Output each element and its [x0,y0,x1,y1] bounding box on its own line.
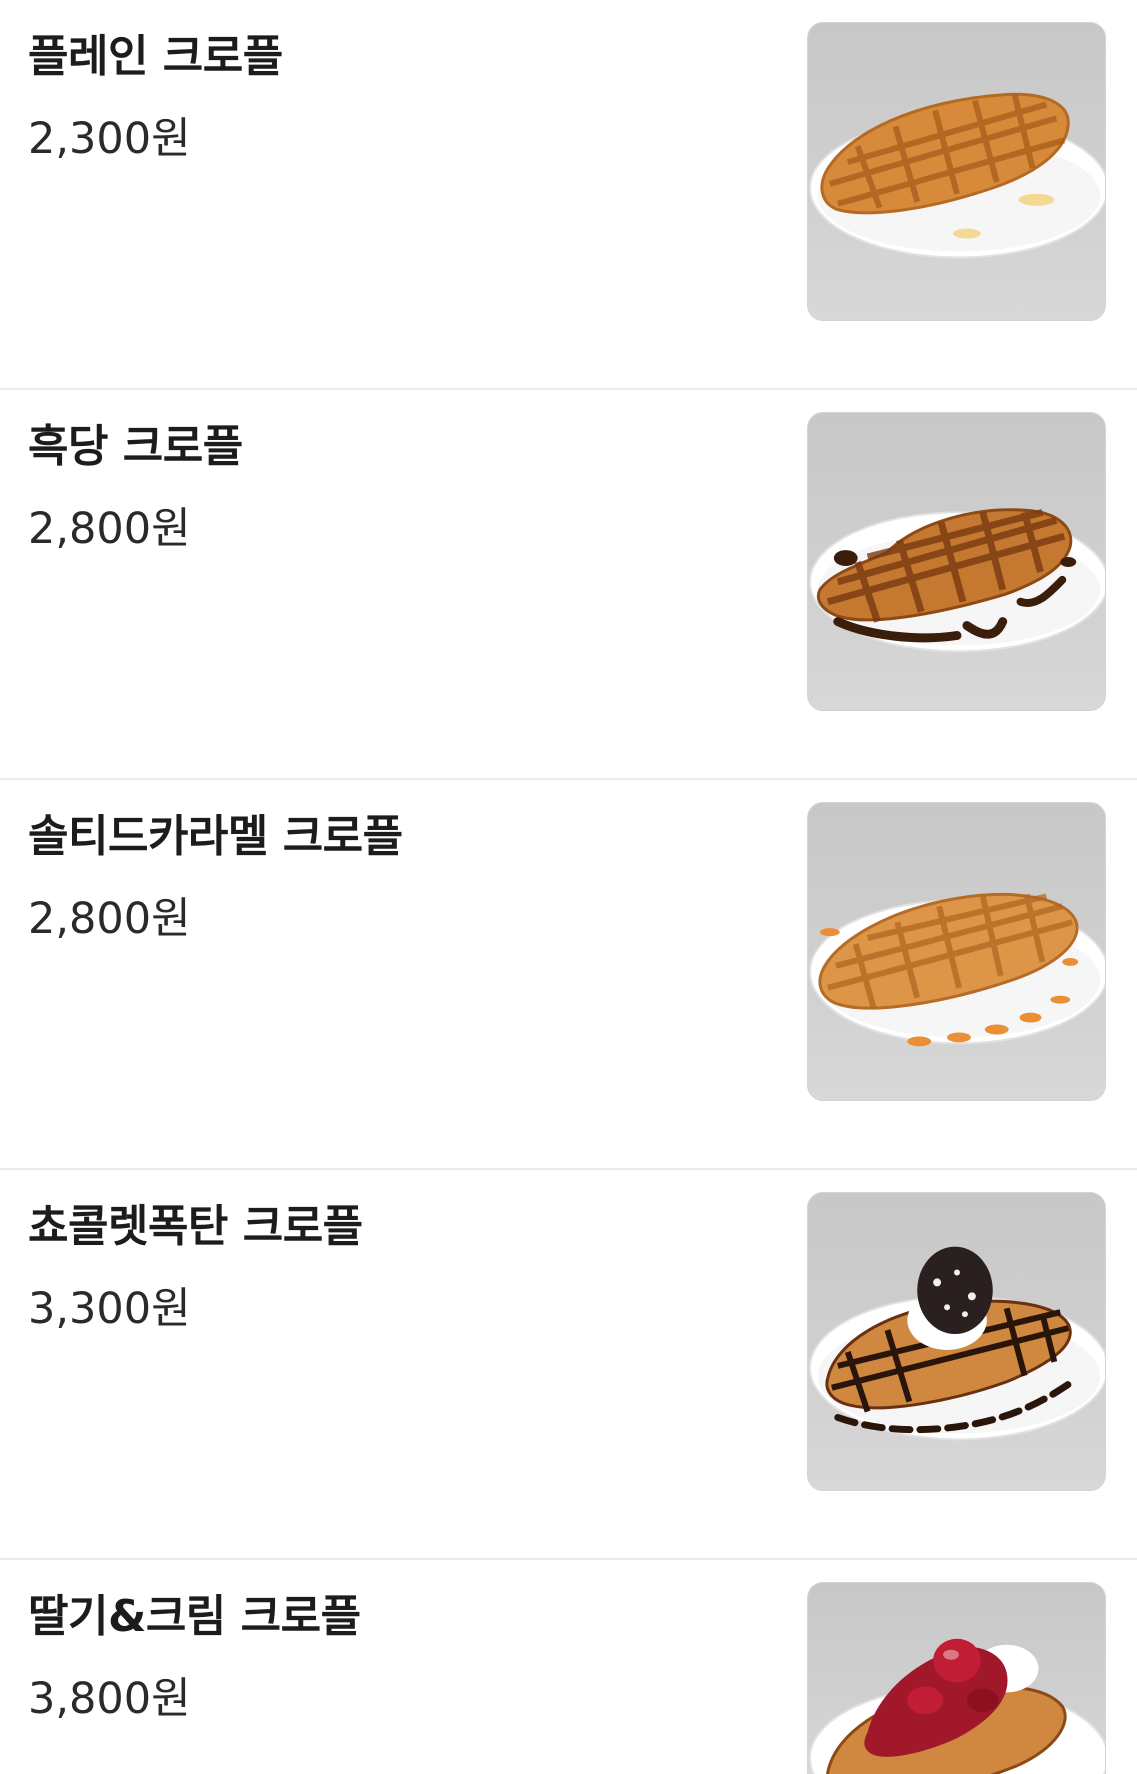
salted-caramel-croffle-photo[interactable] [807,802,1106,1101]
menu-item-name: 딸기&크림 크로플 [28,1591,361,1642]
menu-item-brown-sugar-croffle[interactable]: 흑당 크로플 2,800원 [0,390,1137,780]
plain-croffle-photo[interactable] [807,22,1106,321]
menu-item-name: 쵸콜렛폭탄 크로플 [28,1201,363,1252]
menu-item-name: 솔티드카라멜 크로플 [28,811,403,862]
menu-item-name: 흑당 크로플 [28,421,243,472]
brown-sugar-croffle-photo[interactable] [807,412,1106,711]
menu-item-salted-caramel-croffle[interactable]: 솔티드카라멜 크로플 2,800원 [0,780,1137,1170]
menu-item-price: 3,300원 [28,1284,191,1334]
strawberry-cream-croffle-photo[interactable] [807,1582,1106,1774]
menu-item-price: 2,300원 [28,114,191,164]
menu-item-price: 2,800원 [28,504,191,554]
menu-item-price: 3,800원 [28,1674,191,1724]
menu-item-plain-croffle[interactable]: 플레인 크로플 2,300원 [0,0,1137,390]
chocolate-bomb-croffle-photo[interactable] [807,1192,1106,1491]
menu-item-chocolate-bomb-croffle[interactable]: 쵸콜렛폭탄 크로플 3,300원 [0,1170,1137,1560]
menu-item-price: 2,800원 [28,894,191,944]
menu-item-strawberry-cream-croffle[interactable]: 딸기&크림 크로플 3,800원 [0,1560,1137,1774]
menu-item-name: 플레인 크로플 [28,31,283,82]
menu-list: 플레인 크로플 2,300원 흑당 크로플 2,800원 솔티드카라멜 크로플 … [0,0,1137,1774]
